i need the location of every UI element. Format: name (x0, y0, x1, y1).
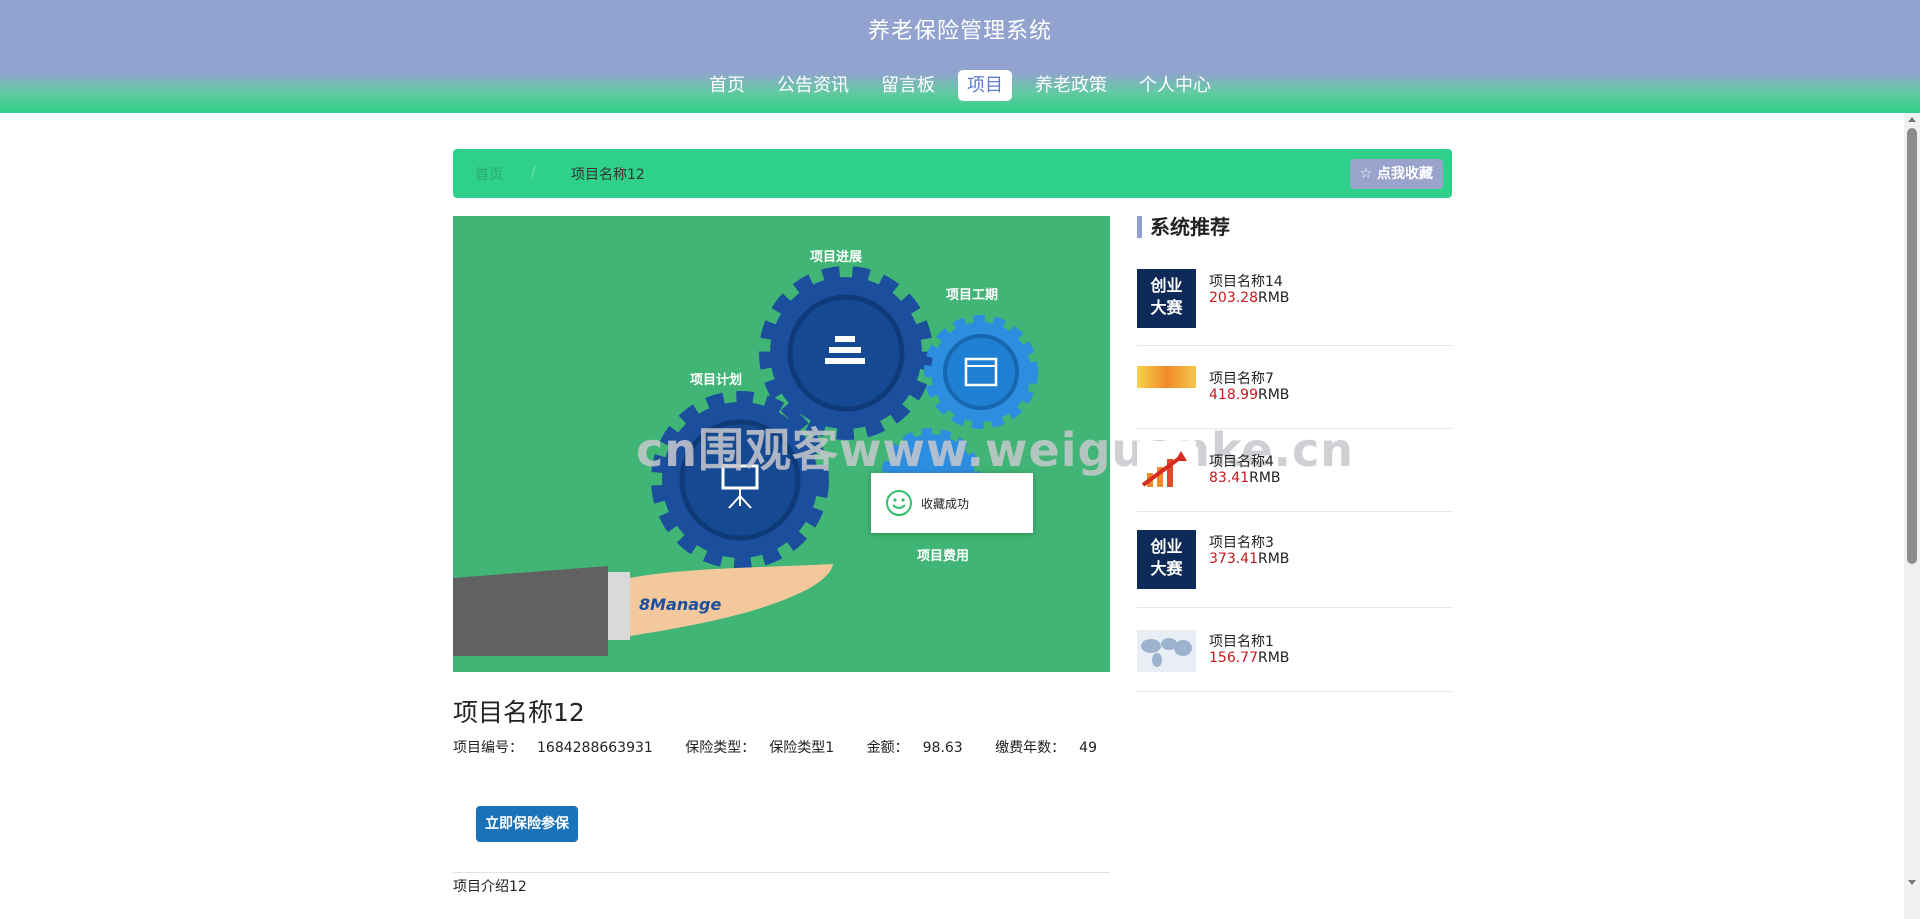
recommend-item-price: 156.77RMB (1209, 650, 1289, 666)
meta-value: 保险类型1 (769, 740, 835, 756)
meta-label: 缴费年数： (995, 740, 1066, 756)
breadcrumb-separator: / (531, 164, 536, 180)
label-duration: 项目工期 (946, 288, 998, 303)
breadcrumb: 首页 / 项目名称12 ☆ 点我收藏 (453, 149, 1452, 198)
meta-value: 98.63 (922, 740, 963, 756)
nav-item-projects[interactable]: 项目 (958, 70, 1012, 101)
meta-item-type: 保险类型： 保险类型1 (685, 740, 848, 756)
recommend-thumbnail[interactable] (1137, 441, 1196, 500)
recommend-item-price: 83.41RMB (1209, 470, 1281, 486)
site-title: 养老保险管理系统 (867, 19, 1052, 44)
recommend-item[interactable]: 创业 大赛 项目名称14 203.28RMB (1137, 268, 1452, 346)
meta-label: 金额： (866, 740, 909, 756)
project-meta: 项目编号： 1684288663931 保险类型： 保险类型1 金额： 98.63 缴… (453, 737, 1125, 757)
main-nav: 首页 公告资讯 留言板 项目 养老政策 个人中心 (0, 70, 1920, 101)
meta-label: 保险类型： (685, 740, 756, 756)
recommend-item-name[interactable]: 项目名称1 (1209, 631, 1274, 651)
nav-item-announcements[interactable]: 公告资讯 (768, 70, 858, 101)
recommend-thumbnail[interactable]: 创业 大赛 (1137, 269, 1196, 328)
recommend-item-price: 203.28RMB (1209, 290, 1289, 306)
recommend-item-name[interactable]: 项目名称4 (1209, 451, 1274, 471)
price-value: 83.41 (1209, 470, 1250, 486)
toast-notification: 收藏成功 (871, 473, 1033, 533)
meta-value: 49 (1079, 740, 1097, 756)
project-intro: 项目介绍12 (453, 879, 527, 895)
recommend-item-name[interactable]: 项目名称7 (1209, 368, 1274, 388)
recommend-item-name[interactable]: 项目名称3 (1209, 532, 1274, 552)
recommend-heading: 系统推荐 (1137, 216, 1230, 238)
recommend-item-price: 373.41RMB (1209, 551, 1289, 567)
recommend-item[interactable]: 项目名称1 156.77RMB (1137, 608, 1452, 692)
recommend-thumbnail[interactable]: 创业 大赛 (1137, 530, 1196, 589)
breadcrumb-current: 项目名称12 (571, 167, 645, 183)
nav-item-home[interactable]: 首页 (700, 70, 754, 101)
nav-item-personal-center[interactable]: 个人中心 (1130, 70, 1220, 101)
recommend-item[interactable]: 项目名称7 418.99RMB (1137, 346, 1452, 429)
breadcrumb-home-link[interactable]: 首页 (475, 164, 503, 184)
favorite-button[interactable]: ☆ 点我收藏 (1349, 159, 1443, 189)
meta-label: 项目编号： (453, 740, 523, 756)
meta-item-code: 项目编号： 1684288663931 (453, 740, 667, 756)
insure-now-button[interactable]: 立即保险参保 (476, 806, 578, 842)
scroll-down-arrow-icon[interactable] (1908, 880, 1916, 885)
toast-text: 收藏成功 (921, 497, 970, 511)
world-map-icon (1141, 638, 1192, 667)
price-currency: RMB (1249, 470, 1281, 486)
recommend-thumbnail[interactable] (1137, 366, 1196, 388)
project-title: 项目名称12 (453, 698, 585, 727)
gear-duration-icon (924, 315, 1038, 429)
recommend-item[interactable]: 创业 大赛 项目名称3 373.41RMB (1137, 512, 1452, 608)
price-value: 156.77 (1209, 650, 1258, 666)
price-currency: RMB (1258, 290, 1290, 306)
scroll-up-arrow-icon[interactable] (1908, 117, 1916, 122)
price-currency: RMB (1258, 551, 1290, 567)
thumb-text: 创业 (1150, 537, 1183, 556)
recommend-item-name[interactable]: 项目名称14 (1209, 271, 1283, 291)
thumb-text: 大赛 (1150, 559, 1183, 578)
sleeve-shape (453, 566, 608, 656)
price-currency: RMB (1258, 650, 1290, 666)
scrollbar-thumb[interactable] (1907, 128, 1917, 564)
thumb-text: 创业 (1150, 276, 1183, 295)
price-currency: RMB (1258, 387, 1290, 403)
nav-item-pension-policy[interactable]: 养老政策 (1026, 70, 1116, 101)
gear-progress-icon (759, 266, 933, 440)
smile-icon (886, 490, 912, 516)
price-value: 203.28 (1209, 290, 1258, 306)
thumb-text: 大赛 (1150, 298, 1183, 317)
recommend-item[interactable]: 项目名称4 83.41RMB (1137, 429, 1452, 512)
recommend-item-price: 418.99RMB (1209, 387, 1289, 403)
price-value: 373.41 (1209, 551, 1258, 567)
label-progress: 项目进展 (810, 250, 863, 265)
label-cost: 项目费用 (917, 548, 969, 564)
site-header: 养老保险管理系统 首页 公告资讯 留言板 项目 养老政策 个人中心 (0, 0, 1920, 113)
growth-arrow-icon (1141, 451, 1187, 487)
brand-logo-text: 8Manage (639, 595, 721, 614)
meta-value: 1684288663931 (537, 740, 653, 756)
price-value: 418.99 (1209, 387, 1258, 403)
label-plan: 项目计划 (690, 372, 742, 388)
recommend-thumbnail[interactable] (1137, 630, 1196, 672)
nav-item-message-board[interactable]: 留言板 (872, 70, 944, 101)
meta-item-years: 缴费年数： 49 (995, 740, 1111, 756)
meta-item-amount: 金额： 98.63 (867, 740, 977, 756)
content-divider (453, 872, 1110, 873)
